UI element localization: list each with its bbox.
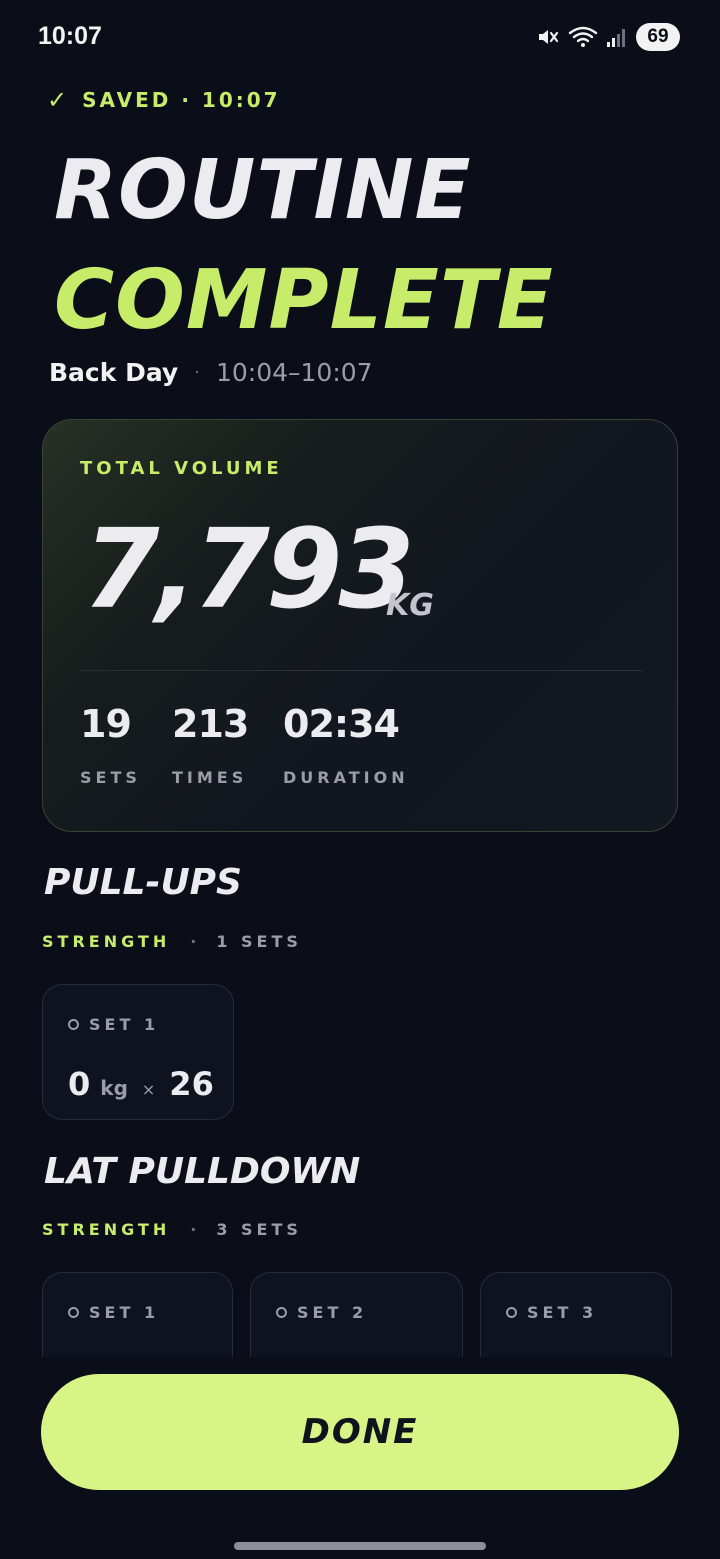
set-label: SET 2: [276, 1303, 367, 1322]
mute-icon: [536, 25, 560, 49]
stat-value: 19: [80, 702, 132, 746]
set-values: 0 kg × 26: [68, 1065, 214, 1103]
divider: [80, 670, 642, 671]
signal-icon: [606, 25, 628, 49]
exercise-set-count: 1 SETS: [216, 932, 302, 951]
circle-icon: [68, 1019, 79, 1030]
battery-icon: 69: [636, 23, 680, 51]
status-icons: 69: [536, 22, 680, 52]
stat-times: 213 TIMES: [172, 702, 249, 787]
times-icon: ×: [141, 1080, 156, 1099]
total-volume-card: TOTAL VOLUME 7,793 KG 19 SETS 213 TIMES …: [42, 419, 678, 832]
total-volume-value: 7,793: [83, 505, 415, 633]
set-number: SET 1: [89, 1015, 160, 1034]
meta-separator: ·: [190, 932, 197, 951]
workout-complete-screen: 10:07 69 ✓ SAVED · 10:07 ROUTINE COMPLET…: [0, 0, 720, 1559]
meta-separator: ·: [194, 362, 200, 383]
total-volume-label: TOTAL VOLUME: [80, 458, 283, 479]
routine-meta: Back Day · 10:04–10:07: [49, 358, 373, 387]
meta-separator: ·: [190, 1220, 197, 1239]
set-number: SET 1: [89, 1303, 160, 1322]
wifi-icon: [568, 25, 598, 49]
circle-icon: [506, 1307, 517, 1318]
set-label: SET 3: [506, 1303, 597, 1322]
set-reps: 26: [169, 1065, 214, 1103]
status-time: 10:07: [38, 22, 102, 50]
circle-icon: [68, 1307, 79, 1318]
set-weight-unit: kg: [100, 1076, 128, 1100]
exercise-meta: STRENGTH · 3 SETS: [42, 1220, 302, 1239]
set-weight: 0: [68, 1065, 91, 1103]
exercise-type: STRENGTH: [42, 932, 171, 951]
done-button[interactable]: DONE: [41, 1374, 679, 1490]
title-line-1: ROUTINE: [54, 143, 472, 238]
exercise-type: STRENGTH: [42, 1220, 171, 1239]
exercise-title: PULL-UPS: [44, 862, 242, 903]
set-number: SET 2: [297, 1303, 368, 1322]
set-number: SET 3: [527, 1303, 598, 1322]
stat-value: 213: [172, 702, 249, 746]
routine-name: Back Day: [49, 358, 179, 387]
home-indicator[interactable]: [234, 1542, 486, 1550]
exercise-title: LAT PULLDOWN: [44, 1151, 361, 1192]
stat-duration: 02:34 DURATION: [283, 702, 409, 787]
saved-status: ✓ SAVED · 10:07: [47, 86, 281, 114]
page-title: ROUTINE COMPLETE: [54, 136, 554, 356]
set-label: SET 1: [68, 1015, 159, 1034]
stat-sets: 19 SETS: [80, 702, 141, 787]
stat-label: TIMES: [172, 768, 248, 787]
exercise-set-count: 3 SETS: [216, 1220, 302, 1239]
exercise-meta: STRENGTH · 1 SETS: [42, 932, 302, 951]
set-label: SET 1: [68, 1303, 159, 1322]
stat-label: DURATION: [283, 768, 409, 787]
total-volume-unit: KG: [386, 588, 434, 623]
set-card[interactable]: SET 1 0 kg × 26: [42, 984, 234, 1120]
title-line-2: COMPLETE: [54, 253, 554, 348]
routine-time-range: 10:04–10:07: [215, 358, 373, 387]
stat-value: 02:34: [283, 702, 400, 746]
check-icon: ✓: [47, 86, 71, 114]
saved-label: SAVED · 10:07: [82, 88, 281, 112]
status-bar: 10:07 69: [0, 0, 720, 76]
circle-icon: [276, 1307, 287, 1318]
stat-label: SETS: [80, 768, 141, 787]
